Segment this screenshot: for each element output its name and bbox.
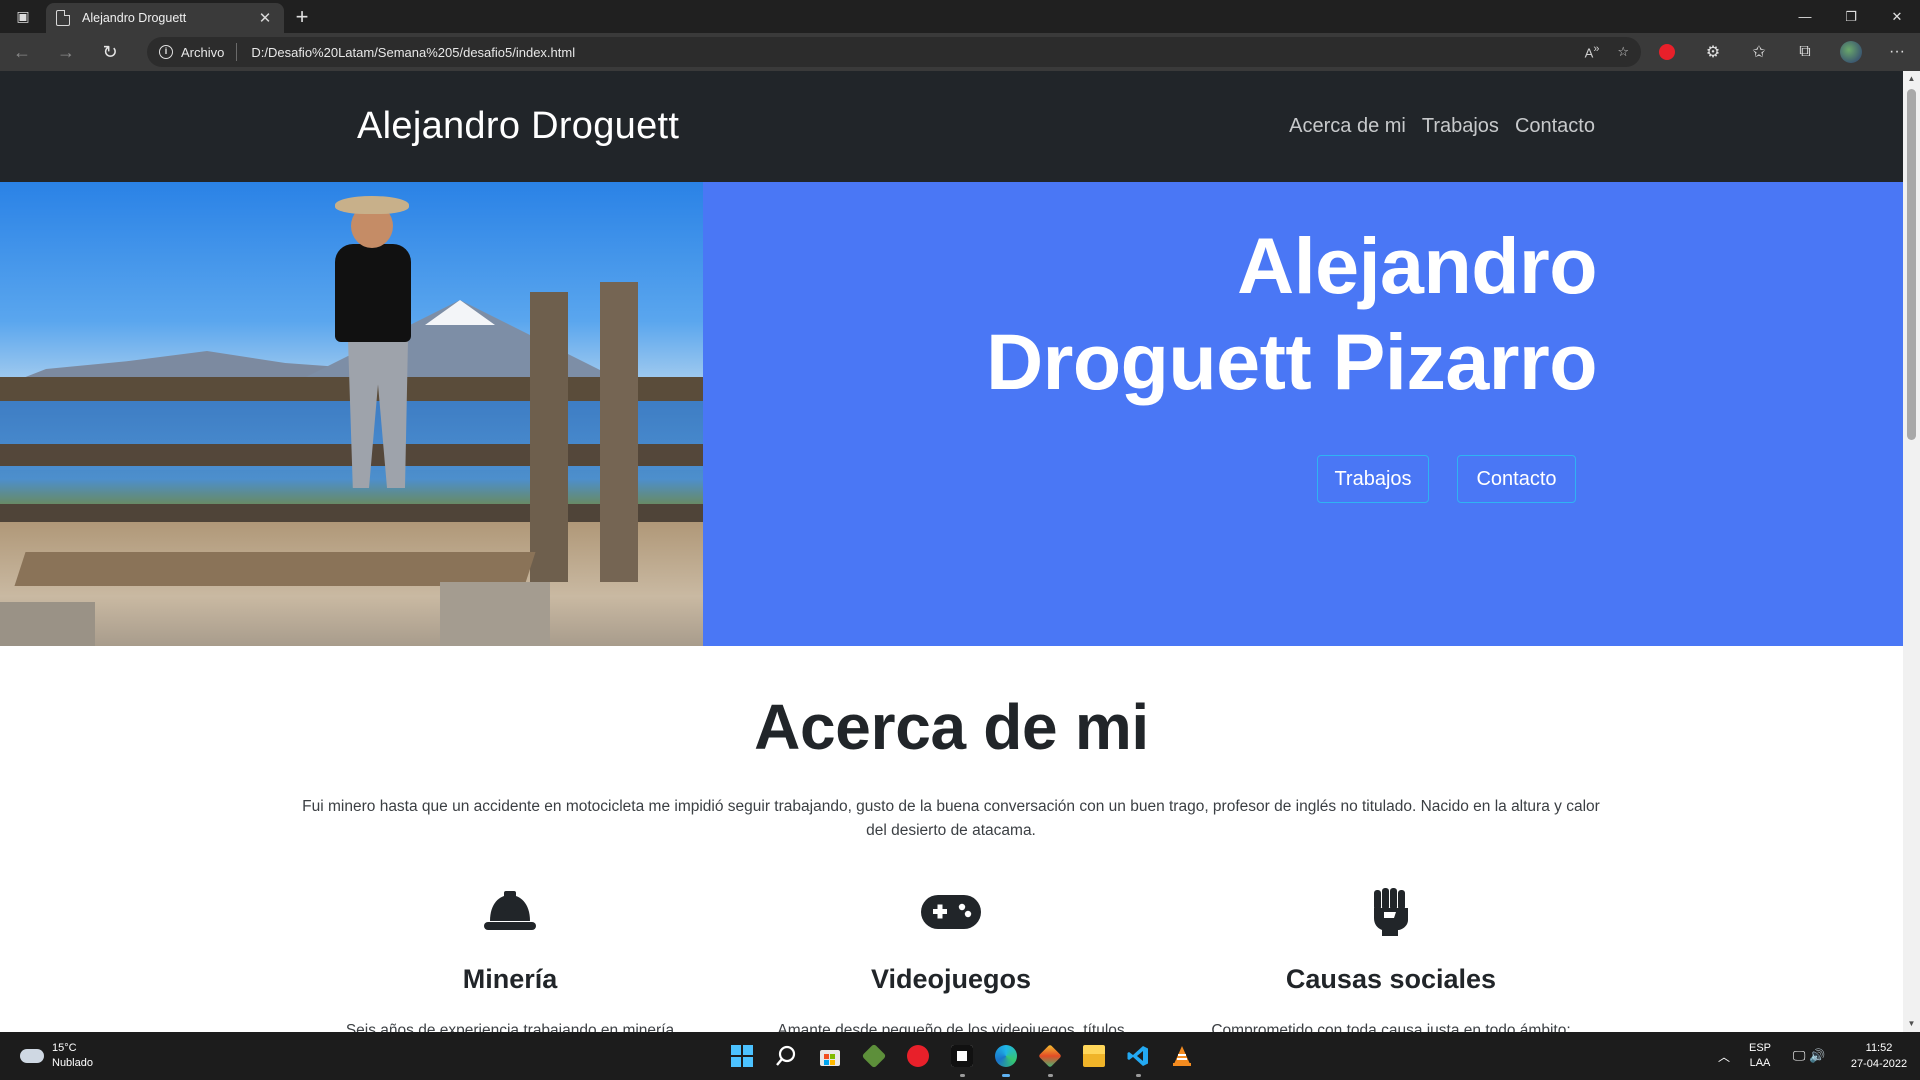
language-indicator[interactable]: ESP LAA xyxy=(1740,1041,1780,1071)
info-icon[interactable]: i xyxy=(159,45,173,59)
feature-videojuegos: Videojuegos Amante desde pequeño de los … xyxy=(731,886,1171,1032)
photo-person-body xyxy=(335,244,411,342)
scrollbar-thumb[interactable] xyxy=(1907,89,1916,440)
weather-desc: Nublado xyxy=(52,1057,93,1069)
browser-tab-strip: ▣ Alejandro Droguett ✕ + — ❐ ✕ xyxy=(0,0,1920,33)
extension-red-icon[interactable] xyxy=(1644,43,1690,61)
back-button[interactable]: ← xyxy=(0,33,44,71)
window-controls: — ❐ ✕ xyxy=(1782,0,1920,33)
new-tab-button[interactable]: + xyxy=(284,0,320,33)
terminal-icon[interactable] xyxy=(940,1032,984,1080)
feature-text: Amante desde pequeño de los videojuegos,… xyxy=(777,1022,1125,1032)
nav-link-acerca[interactable]: Acerca de mi xyxy=(1289,115,1406,138)
close-window-icon[interactable]: ✕ xyxy=(1874,0,1920,33)
photo-bench xyxy=(14,552,536,586)
photo-bench-leg xyxy=(0,602,95,646)
system-tray: ︿ ESP LAA 🖵 🔊 11:52 27-04-2022 xyxy=(1708,1032,1920,1080)
feature-text: Comprometido con toda causa justa en tod… xyxy=(1211,1022,1571,1032)
hero-title-line2: Droguett Pizarro xyxy=(986,317,1597,406)
forward-button[interactable]: → xyxy=(44,33,88,71)
toolbar-icons: ⚙ ✩ ⧉ ··· xyxy=(1644,33,1920,71)
anydesk-icon[interactable] xyxy=(896,1032,940,1080)
photo-person-hat xyxy=(335,196,409,214)
hero-photo xyxy=(0,182,703,646)
fist-icon xyxy=(1171,886,1611,936)
network-volume-icon[interactable]: 🖵 🔊 xyxy=(1780,1048,1838,1064)
browser-toolbar: ← → ↻ i Archivo D:/Desafio%20Latam/Seman… xyxy=(0,33,1920,71)
windows-taskbar: 15°C Nublado ︿ ESP LAA 🖵 🔊 11:52 27-04-2… xyxy=(0,1032,1920,1080)
feature-title: Videojuegos xyxy=(870,964,1032,994)
hero-contacto-button[interactable]: Contacto xyxy=(1457,455,1576,503)
page-viewport: Alejandro Droguett Acerca de mi Trabajos… xyxy=(0,71,1903,1032)
address-separator xyxy=(236,43,238,61)
restore-icon[interactable]: ❐ xyxy=(1828,0,1874,33)
feature-text: Seis años de experiencia trabajando en m… xyxy=(345,1022,675,1032)
start-icon[interactable] xyxy=(720,1032,764,1080)
language-layout: LAA xyxy=(1749,1057,1771,1069)
photo-volcano-snow xyxy=(425,300,495,325)
more-menu-icon[interactable]: ··· xyxy=(1874,43,1920,61)
minimize-icon[interactable]: — xyxy=(1782,0,1828,33)
clock-time: 11:52 xyxy=(1865,1042,1893,1054)
hero-title: Alejandro Droguett Pizarro xyxy=(986,218,1597,410)
scroll-up-icon[interactable]: ▲ xyxy=(1903,71,1920,87)
page-scrollbar[interactable]: ▲ ▼ xyxy=(1903,71,1920,1032)
page-favicon-icon xyxy=(56,10,70,26)
photo-fence-rail xyxy=(0,504,703,524)
collections-icon[interactable]: ⧉ xyxy=(1782,43,1828,61)
address-actions: A» ☆ xyxy=(1585,37,1629,67)
feature-title: Causas sociales xyxy=(1285,964,1497,994)
nav-link-trabajos[interactable]: Trabajos xyxy=(1422,115,1499,138)
address-bar[interactable]: i Archivo D:/Desafio%20Latam/Semana%205/… xyxy=(147,37,1641,67)
photo-fence-post xyxy=(600,282,638,582)
about-text: Fui minero hasta que un accidente en mot… xyxy=(302,798,1600,839)
cloud-icon xyxy=(20,1049,44,1063)
refresh-button[interactable]: ↻ xyxy=(88,33,132,71)
address-url[interactable]: D:/Desafio%20Latam/Semana%205/desafio5/i… xyxy=(251,45,575,60)
clock[interactable]: 11:52 27-04-2022 xyxy=(1838,1040,1920,1072)
site-navbar: Alejandro Droguett Acerca de mi Trabajos… xyxy=(0,71,1903,182)
extensions-icon[interactable]: ⚙ xyxy=(1690,42,1736,62)
tab-actions-icon[interactable]: ▣ xyxy=(0,0,46,33)
gamepad-icon xyxy=(731,886,1171,936)
nav-link-contacto[interactable]: Contacto xyxy=(1515,115,1595,138)
site-nav-links: Acerca de mi Trabajos Contacto xyxy=(1289,115,1595,138)
favorites-icon[interactable]: ✩ xyxy=(1736,42,1782,62)
clock-date: 27-04-2022 xyxy=(1850,1058,1908,1070)
minecraft-icon[interactable] xyxy=(852,1032,896,1080)
close-tab-icon[interactable]: ✕ xyxy=(256,9,274,27)
hero-trabajos-button[interactable]: Trabajos xyxy=(1317,455,1429,503)
vlc-icon[interactable] xyxy=(1160,1032,1204,1080)
language-code: ESP xyxy=(1748,1042,1771,1054)
site-brand[interactable]: Alejandro Droguett xyxy=(357,105,679,148)
edge-icon[interactable] xyxy=(984,1032,1028,1080)
profile-avatar[interactable] xyxy=(1828,41,1874,63)
feature-causas-sociales: Causas sociales Comprometido con toda ca… xyxy=(1171,886,1611,1032)
about-title: Acerca de mi xyxy=(754,691,1149,763)
add-favorite-icon[interactable]: ☆ xyxy=(1617,44,1629,60)
browser-tab[interactable]: Alejandro Droguett ✕ xyxy=(46,3,284,33)
weather-widget[interactable]: 15°C Nublado xyxy=(20,1041,93,1071)
scroll-down-icon[interactable]: ▼ xyxy=(1903,1016,1920,1032)
tab-title: Alejandro Droguett xyxy=(82,11,187,25)
hard-hat-icon xyxy=(290,886,730,936)
tray-chevron-up-icon[interactable]: ︿ xyxy=(1708,1048,1740,1065)
about-section: Acerca de mi Fui minero hasta que un acc… xyxy=(0,646,1903,1032)
feature-mineria: Minería Seis años de experiencia trabaja… xyxy=(290,886,730,1032)
weather-temp: 15°C xyxy=(52,1042,77,1054)
read-aloud-icon[interactable]: A» xyxy=(1585,43,1600,60)
photo-fence-post xyxy=(530,292,568,582)
store-icon[interactable] xyxy=(808,1032,852,1080)
file-explorer-icon[interactable] xyxy=(1072,1032,1116,1080)
hero-panel: Alejandro Droguett Pizarro Trabajos Cont… xyxy=(703,182,1903,646)
photo-bench-leg xyxy=(440,582,550,646)
search-icon[interactable] xyxy=(764,1032,808,1080)
git-icon[interactable] xyxy=(1028,1032,1072,1080)
taskbar-apps xyxy=(720,1032,1204,1080)
hero-title-line1: Alejandro xyxy=(1237,221,1597,310)
vscode-icon[interactable] xyxy=(1116,1032,1160,1080)
feature-title: Minería xyxy=(462,964,558,994)
address-label: Archivo xyxy=(181,44,225,60)
